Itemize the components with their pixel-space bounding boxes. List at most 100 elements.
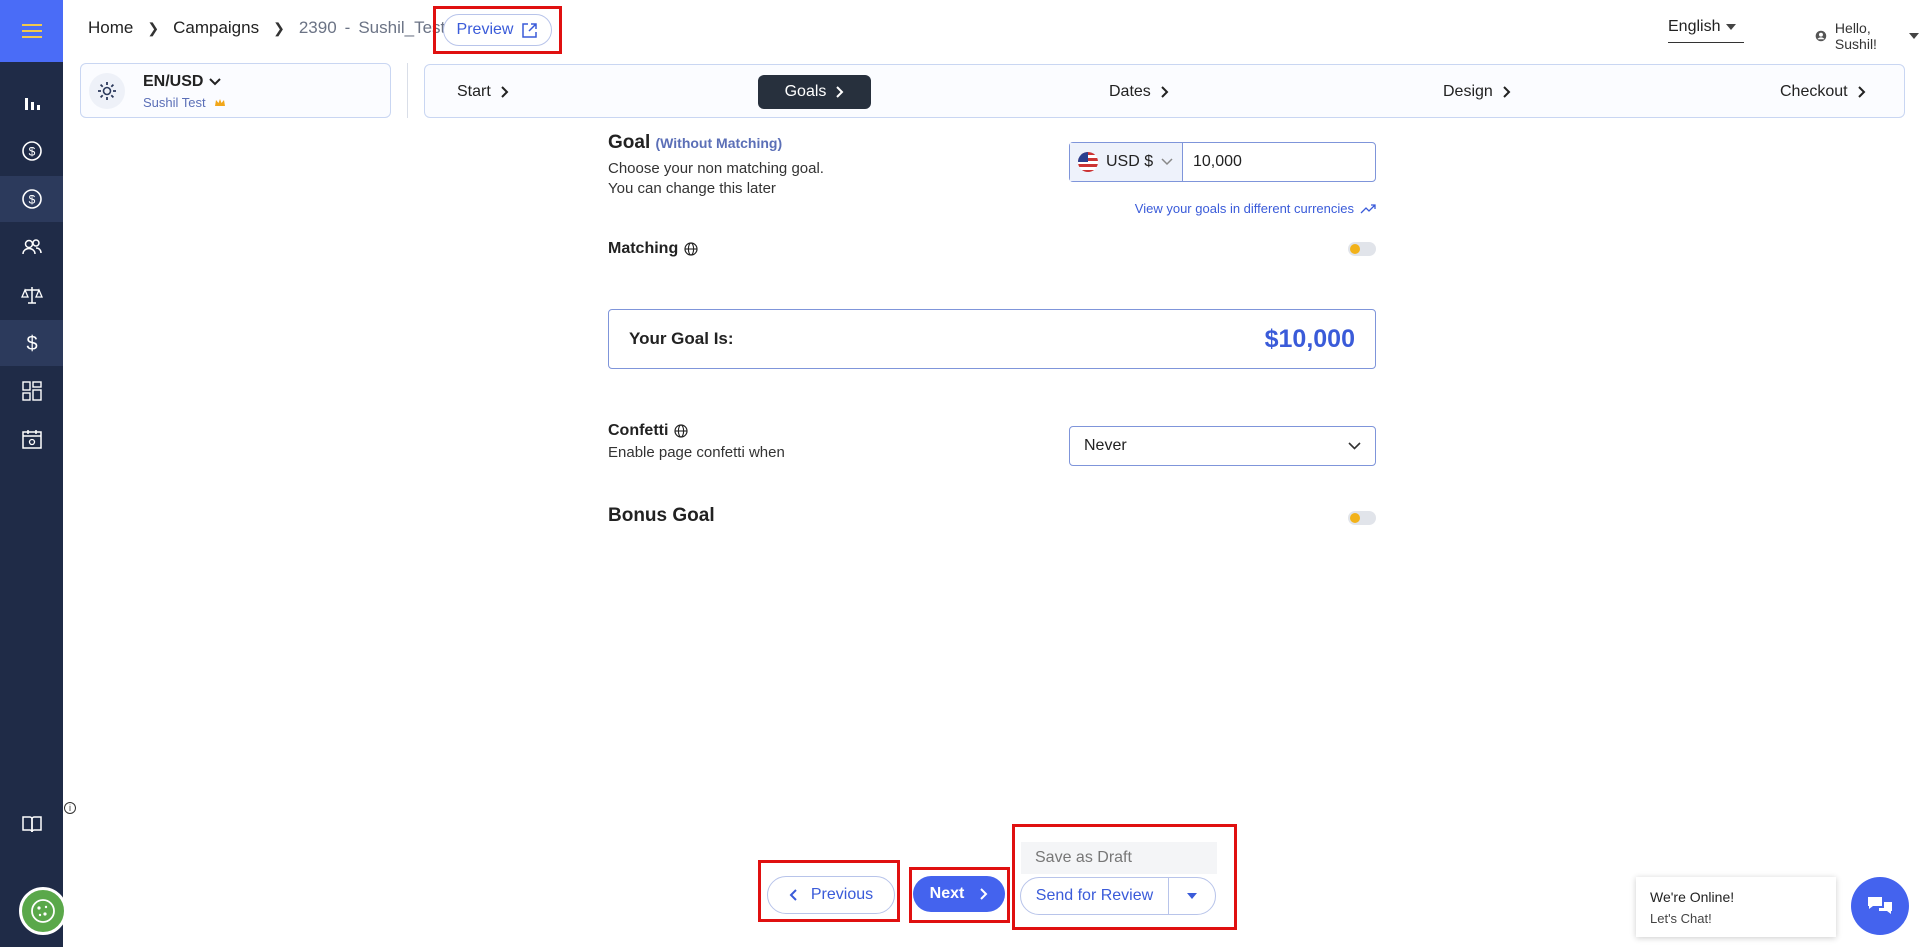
header-divider xyxy=(407,63,408,118)
chat-line2: Let's Chat! xyxy=(1650,911,1712,926)
preview-button[interactable]: Preview xyxy=(443,14,552,46)
goal-desc-line2: You can change this later xyxy=(608,180,776,197)
crown-icon xyxy=(214,99,225,106)
locale-label: EN/USD xyxy=(143,73,204,90)
chevron-down-icon xyxy=(1161,158,1173,166)
sidebar-item-reports[interactable] xyxy=(0,80,63,126)
goal-desc-line1: Choose your non matching goal. xyxy=(608,160,824,177)
highlight-box-preview: Preview xyxy=(433,6,562,54)
breadcrumb-campaigns[interactable]: Campaigns xyxy=(173,18,259,38)
menu-icon xyxy=(21,24,42,38)
svg-text:$: $ xyxy=(26,333,37,354)
previous-button[interactable]: Previous xyxy=(767,876,895,914)
chevron-right-icon xyxy=(1161,86,1169,98)
chart-icon xyxy=(24,98,40,110)
chevron-down-icon xyxy=(1348,442,1361,450)
users-icon xyxy=(21,239,42,255)
view-currencies-link[interactable]: View your goals in different currencies xyxy=(1135,201,1376,216)
sidebar-item-payouts[interactable]: $ xyxy=(0,320,63,366)
chevron-right-icon xyxy=(836,86,844,98)
dollar-circle-icon: $ xyxy=(21,141,42,161)
bonus-goal-toggle[interactable] xyxy=(1348,511,1376,525)
chevron-right-icon xyxy=(1503,86,1511,98)
confetti-row: Confetti xyxy=(608,422,689,440)
locale-dropdown[interactable]: EN/USD xyxy=(143,73,222,91)
breadcrumb: Home ❯ Campaigns ❯ 2390 - Sushil_Test xyxy=(88,18,445,38)
calendar-icon xyxy=(21,430,42,449)
goal-summary-label: Your Goal Is: xyxy=(629,329,734,348)
chevron-right-icon: ❯ xyxy=(273,19,285,36)
step-start[interactable]: Start xyxy=(445,75,521,109)
svg-text:$: $ xyxy=(28,193,35,207)
save-as-draft-option[interactable]: Save as Draft xyxy=(1021,842,1217,874)
step-design[interactable]: Design xyxy=(1431,75,1523,109)
chat-launcher-button[interactable] xyxy=(1851,877,1909,935)
send-review-split-button: Send for Review xyxy=(1020,877,1216,915)
sidebar-item-campaigns[interactable]: $ xyxy=(0,176,63,222)
gear-icon xyxy=(98,82,116,100)
sidebar-item-dashboard[interactable] xyxy=(0,368,63,414)
dollar-circle-icon: $ xyxy=(21,189,42,209)
step-label: Start xyxy=(457,83,491,100)
caret-down-icon xyxy=(1909,33,1919,39)
chat-prompt[interactable]: We're Online! Let's Chat! xyxy=(1636,877,1836,937)
matching-row: Matching xyxy=(608,240,698,258)
cookie-settings-button[interactable] xyxy=(19,887,67,935)
currency-label: USD $ xyxy=(1106,153,1154,170)
confetti-select[interactable]: Never xyxy=(1069,426,1376,466)
campaign-selector[interactable]: EN/USD Sushil Test xyxy=(80,63,391,118)
goal-summary-amount: $10,000 xyxy=(1264,324,1355,353)
goal-heading: Goal (Without Matching) xyxy=(608,132,782,154)
step-label: Design xyxy=(1443,83,1493,100)
campaign-settings-button[interactable] xyxy=(89,73,125,109)
confetti-selected: Never xyxy=(1084,437,1127,454)
goal-amount-field: USD $ 10,000 xyxy=(1069,142,1376,182)
book-icon xyxy=(21,816,42,833)
user-circle-icon xyxy=(1815,30,1827,42)
us-flag-icon xyxy=(1078,152,1098,172)
goal-summary-box: Your Goal Is: $10,000 xyxy=(608,309,1376,369)
currency-select[interactable]: USD $ xyxy=(1070,143,1183,181)
goal-amount-input[interactable]: 10,000 xyxy=(1183,143,1375,181)
send-for-review-button[interactable]: Send for Review xyxy=(1021,878,1169,914)
svg-text:$: $ xyxy=(28,145,35,159)
grid-icon xyxy=(21,381,42,401)
goal-subtitle: (Without Matching) xyxy=(655,135,783,151)
step-label: Dates xyxy=(1109,83,1151,100)
save-options-dropdown[interactable] xyxy=(1169,878,1215,914)
send-for-review-label: Send for Review xyxy=(1035,887,1154,904)
sidebar-item-events[interactable] xyxy=(0,416,63,462)
language-select[interactable]: English xyxy=(1668,18,1744,43)
previous-label: Previous xyxy=(810,886,874,903)
chevron-right-icon: ❯ xyxy=(147,19,160,36)
info-icon[interactable]: i xyxy=(64,802,76,814)
menu-button[interactable] xyxy=(0,0,63,62)
sidebar-item-donors[interactable] xyxy=(0,224,63,270)
campaign-name: Sushil Test xyxy=(143,95,206,110)
chevron-right-icon xyxy=(501,86,509,98)
sidebar-item-docs[interactable] xyxy=(0,801,63,847)
breadcrumb-home[interactable]: Home xyxy=(88,18,133,38)
step-goals[interactable]: Goals xyxy=(758,75,871,109)
step-checkout[interactable]: Checkout xyxy=(1768,75,1878,109)
cookie-icon xyxy=(31,899,55,923)
language-label: English xyxy=(1668,18,1721,35)
breadcrumb-campaign-id: 2390 xyxy=(298,18,337,37)
user-greeting: Hello, Sushil! xyxy=(1834,20,1877,52)
save-as-draft-label: Save as Draft xyxy=(1035,849,1132,866)
chat-line1: We're Online! xyxy=(1650,889,1735,905)
globe-icon xyxy=(674,424,689,438)
caret-down-icon xyxy=(1187,893,1197,899)
step-label: Checkout xyxy=(1780,83,1848,100)
next-button[interactable]: Next xyxy=(913,876,1005,912)
campaign-name-row: Sushil Test xyxy=(143,95,226,110)
sidebar-item-donations[interactable]: $ xyxy=(0,128,63,174)
chevron-left-icon xyxy=(789,889,797,901)
trend-up-icon xyxy=(1360,203,1376,213)
goal-description: Choose your non matching goal. You can c… xyxy=(608,159,824,199)
matching-toggle[interactable] xyxy=(1348,242,1376,256)
confetti-label: Confetti xyxy=(608,422,669,439)
step-dates[interactable]: Dates xyxy=(1097,75,1181,109)
sidebar-item-compliance[interactable] xyxy=(0,272,63,318)
user-menu[interactable]: Hello, Sushil! xyxy=(1815,20,1919,52)
